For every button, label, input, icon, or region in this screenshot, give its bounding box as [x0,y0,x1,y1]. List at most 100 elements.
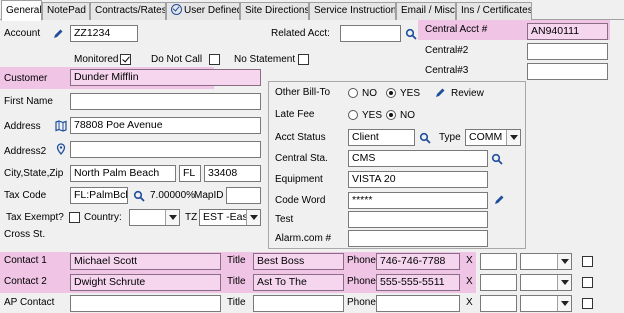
contact1-type-select[interactable] [520,253,572,270]
pencil-icon[interactable] [52,28,64,40]
ap-contact-type-select[interactable] [520,295,572,312]
contact1-checkbox[interactable] [582,256,593,267]
related-acct-field[interactable] [340,25,401,42]
account-label: Account [4,28,41,39]
ap-contact-ext-label: X [466,297,473,308]
city-field[interactable]: North Palm Beach [70,165,176,182]
tax-exempt-checkbox[interactable] [69,212,80,223]
late-fee-label: Late Fee [275,109,315,120]
central2-field[interactable] [527,43,608,60]
tab-label: Contracts/Rates [95,5,166,16]
ap-contact-checkbox[interactable] [582,298,593,309]
country-select[interactable] [129,209,180,226]
map-icon[interactable] [55,120,67,132]
search-icon[interactable] [491,153,503,165]
chevron-down-icon [557,275,571,290]
tz-value: EST -East [203,211,251,223]
tab-general[interactable]: General [1,0,42,21]
tab-label: Service Instructions [314,5,396,16]
contact2-ext-field[interactable] [480,274,517,291]
no-statement-checkbox[interactable] [298,54,309,65]
zip-field[interactable]: 33408 [204,165,261,182]
tab-label: Ins / Certificates [461,5,532,16]
tab-user-defined[interactable]: User Defined [166,2,240,20]
related-acct-label: Related Acct: [271,28,330,39]
address2-label: Address2 [4,146,47,157]
contact2-checkbox[interactable] [582,277,593,288]
acct-status-label: Acct Status [275,132,326,143]
acct-status-field[interactable]: Client [348,129,415,146]
search-icon[interactable] [133,190,145,202]
contact2-name-field[interactable]: Dwight Schrute [70,274,221,291]
alarm-com-field[interactable] [348,230,488,247]
country-label: Country: [84,212,122,223]
other-bill-to-no-label: NO [362,88,377,99]
cross-st-label: Cross St. [4,229,46,240]
type-label: Type [439,132,461,143]
tab-site-directions[interactable]: Site Directions [240,2,309,20]
ap-contact-phone-label: Phone [347,297,376,308]
pencil-icon[interactable] [493,194,505,206]
ap-contact-title-field[interactable] [253,295,344,312]
ap-contact-ext-field[interactable] [480,295,517,312]
do-not-call-checkbox[interactable] [209,54,220,65]
customer-field[interactable]: Dunder Mifflin [70,69,261,86]
mapid-field[interactable] [226,187,261,204]
tab-label: Site Directions [245,5,309,16]
address2-field[interactable] [70,141,261,158]
tax-code-field[interactable]: FL:PalmBch [70,187,128,204]
first-name-label: First Name [4,96,53,107]
contact2-type-select[interactable] [520,274,572,291]
tz-label: TZ [185,212,198,223]
contact1-title-field[interactable]: Best Boss [253,253,344,270]
other-bill-to-yes-radio[interactable] [386,88,396,98]
contact1-name-field[interactable]: Michael Scott [70,253,221,270]
other-bill-to-no-radio[interactable] [348,88,358,98]
late-fee-yes-radio[interactable] [348,110,358,120]
central3-field[interactable] [527,63,608,80]
contact1-phone-label: Phone [347,255,376,266]
central-acct-field[interactable]: AN940111 [527,23,608,40]
search-icon[interactable] [419,132,431,144]
no-statement-label: No Statement [234,54,296,65]
contact1-phone-field[interactable]: 746-746-7788 [376,253,460,270]
pencil-icon[interactable] [434,87,446,99]
chevron-down-icon [506,130,520,145]
tab-notepad[interactable]: NotePad [42,2,90,20]
address-field[interactable]: 78808 Poe Avenue [70,117,261,134]
tab-contracts-rates[interactable]: Contracts/Rates [90,2,166,20]
monitored-checkbox[interactable] [120,54,131,65]
review-link[interactable]: Review [451,88,484,100]
contact2-phone-field[interactable]: 555-555-5511 [376,274,460,291]
test-field[interactable] [348,211,488,228]
late-fee-no-label: NO [400,110,415,121]
contact2-phone-label: Phone [347,276,376,287]
contact2-title-field[interactable]: Ast To The [253,274,344,291]
tab-label: Email / Misc [401,5,455,16]
tz-select[interactable]: EST -East [199,209,261,226]
contact1-title-label: Title [227,255,246,266]
tab-ins-certificates[interactable]: Ins / Certificates [456,2,532,20]
contact1-ext-label: X [466,255,473,266]
central-sta-field[interactable]: CMS [348,150,488,167]
contact1-ext-field[interactable] [480,253,517,270]
tab-service-instructions[interactable]: Service Instructions [309,2,396,20]
late-fee-no-radio[interactable] [386,110,396,120]
ap-contact-label: AP Contact [4,297,55,308]
equipment-field[interactable]: VISTA 20 [348,171,488,188]
type-select[interactable]: COMM [465,129,521,146]
tab-email-misc[interactable]: Email / Misc [396,2,456,20]
account-field[interactable]: ZZ1234 [70,25,138,42]
tab-label: General [6,5,42,16]
state-field[interactable]: FL [179,165,201,182]
check-circle-icon [171,4,182,15]
tax-code-label: Tax Code [4,190,47,201]
ap-contact-phone-field[interactable] [376,295,460,312]
tab-bar: General NotePad Contracts/Rates User Def… [0,0,624,21]
first-name-field[interactable] [70,93,261,110]
other-bill-to-yes-label: YES [400,88,421,99]
ap-contact-name-field[interactable] [70,295,221,312]
location-pin-icon[interactable] [55,143,67,155]
code-word-field[interactable]: ***** [348,192,488,209]
search-icon[interactable] [405,28,417,40]
